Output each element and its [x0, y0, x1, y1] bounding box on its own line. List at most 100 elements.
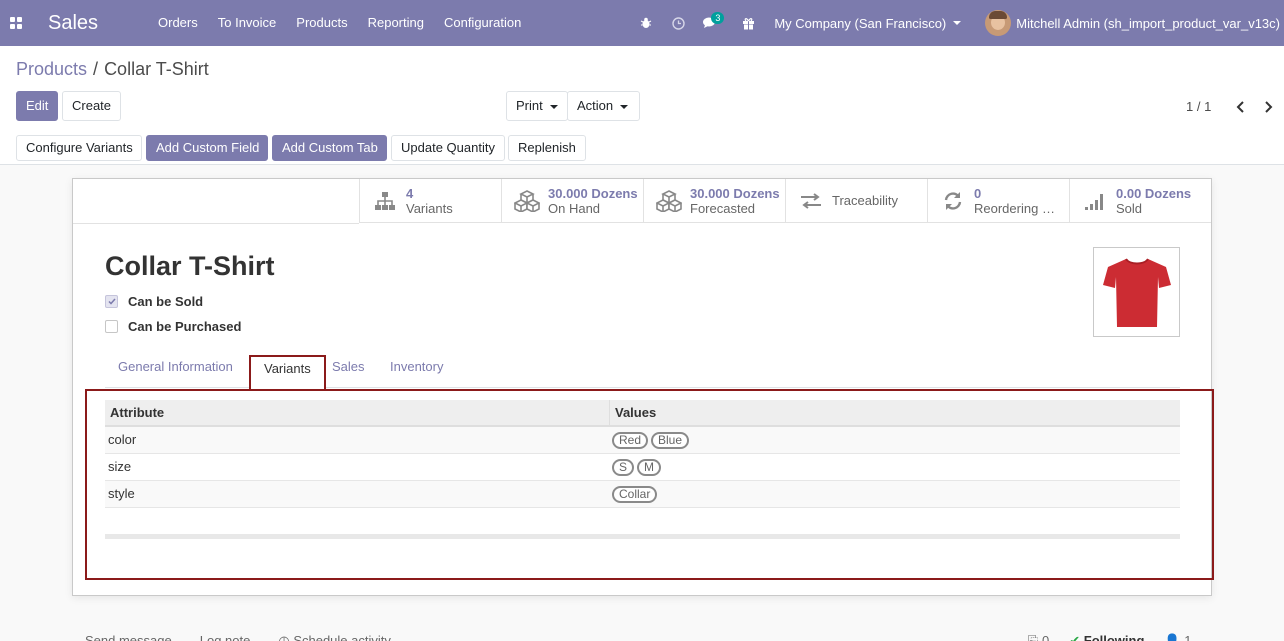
can-be-sold-row: Can be Sold — [105, 294, 203, 309]
send-message-button[interactable]: Send message — [85, 633, 172, 641]
tshirt-icon — [1102, 258, 1171, 327]
breadcrumb: Products / Collar T-Shirt — [16, 59, 209, 80]
pager-value[interactable]: 1 / 1 — [1186, 99, 1211, 114]
can-be-purchased-checkbox[interactable] — [105, 320, 118, 333]
following-label: Following — [1083, 633, 1145, 641]
variants-label: Variants — [406, 200, 453, 216]
main-menu: Orders To Invoice Products Reporting Con… — [158, 0, 531, 46]
notebook-tabs: General Information Variants Sales Inven… — [105, 355, 1180, 389]
control-panel: Products / Collar T-Shirt Edit Create Prin… — [0, 46, 1284, 165]
chevron-right-icon[interactable] — [1260, 98, 1276, 116]
menu-reporting[interactable]: Reporting — [358, 0, 434, 46]
print-button[interactable]: Print — [506, 91, 568, 121]
configure-variants-button[interactable]: Configure Variants — [16, 135, 142, 161]
create-button[interactable]: Create — [62, 91, 121, 121]
replenish-button[interactable]: Replenish — [508, 135, 586, 161]
table-header: Attribute Values — [105, 400, 1180, 427]
schedule-activity-label: Schedule activity — [293, 633, 391, 641]
avatar — [985, 10, 1012, 36]
chevron-down-icon — [549, 104, 558, 109]
form-sheet: 4 Variants 30.000 Dozens On Hand 30.000 … — [72, 178, 1214, 596]
tab-general-information[interactable]: General Information — [105, 355, 246, 388]
following-button[interactable]: ✔ Following — [1069, 633, 1144, 641]
app-name[interactable]: Sales — [48, 12, 158, 35]
on-hand-smart-button[interactable]: 30.000 Dozens On Hand — [501, 179, 643, 223]
variants-count: 4 — [406, 185, 414, 201]
values-cell: Collar — [609, 481, 1180, 507]
add-custom-tab-button[interactable]: Add Custom Tab — [272, 135, 387, 161]
add-custom-field-button[interactable]: Add Custom Field — [146, 135, 268, 161]
table-row[interactable]: color Red Blue — [105, 427, 1180, 454]
schedule-activity-button[interactable]: ◷ Schedule activity — [278, 633, 391, 641]
can-be-purchased-label: Can be Purchased — [128, 319, 242, 334]
reordering-smart-button[interactable]: 0 Reordering Rules — [927, 179, 1069, 223]
clock-icon: ◷ — [278, 633, 294, 641]
forecasted-label: Forecasted — [690, 200, 756, 216]
table-row[interactable]: style Collar — [105, 481, 1180, 508]
can-be-sold-label: Can be Sold — [128, 294, 204, 309]
traceability-smart-button[interactable]: Traceability — [785, 179, 927, 223]
values-cell: S M — [609, 454, 1180, 480]
log-note-button[interactable]: Log note — [200, 633, 251, 641]
breadcrumb-products[interactable]: Products — [16, 59, 87, 79]
user-menu[interactable]: Mitchell Admin (sh_import_product_var_v1… — [985, 10, 1284, 36]
chatter-right: ⎘ 0 ✔ Following 👤 1 — [1028, 633, 1191, 641]
paperclip-icon: ⎘ — [1028, 633, 1043, 641]
sold-value: 0.00 Dozens — [1116, 185, 1192, 201]
on-hand-value: 30.000 Dozens — [548, 185, 638, 201]
exchange-icon — [798, 188, 824, 214]
can-be-purchased-row: Can be Purchased — [105, 319, 241, 334]
clock-icon[interactable] — [662, 0, 694, 46]
gift-icon[interactable] — [732, 0, 764, 46]
chevron-down-icon — [953, 21, 962, 25]
column-attribute[interactable]: Attribute — [105, 400, 609, 425]
sitemap-icon — [372, 188, 398, 214]
top-navbar: Sales Orders To Invoice Products Reporti… — [0, 0, 1284, 46]
breadcrumb-separator: / — [93, 59, 99, 79]
chevron-down-icon — [620, 104, 629, 109]
value-tag: M — [637, 458, 662, 476]
attachments-button[interactable]: ⎘ 0 — [1028, 633, 1049, 641]
chevron-left-icon[interactable] — [1232, 98, 1248, 116]
tab-sales[interactable]: Sales — [319, 355, 378, 388]
company-switcher[interactable]: My Company (San Francisco) — [764, 16, 969, 31]
attribute-cell: size — [108, 459, 132, 474]
sold-smart-button[interactable]: 0.00 Dozens Sold — [1069, 179, 1211, 223]
value-tag: Collar — [612, 485, 658, 503]
menu-configuration[interactable]: Configuration — [434, 0, 531, 46]
user-name: Mitchell Admin (sh_import_product_var_v1… — [1016, 15, 1280, 31]
edit-button[interactable]: Edit — [16, 91, 58, 121]
action-button[interactable]: Action — [567, 91, 640, 121]
variants-smart-button[interactable]: 4 Variants — [359, 179, 501, 223]
product-name: Collar T-Shirt — [105, 251, 275, 281]
can-be-sold-checkbox[interactable] — [105, 295, 118, 308]
traceability-label: Traceability — [832, 193, 898, 208]
table-footer — [105, 508, 1180, 539]
on-hand-label: On Hand — [548, 200, 601, 216]
chatter-topbar: Send message Log note ◷ Schedule activit… — [85, 633, 391, 641]
product-image[interactable] — [1093, 247, 1180, 337]
column-values[interactable]: Values — [609, 400, 1180, 425]
update-quantity-button[interactable]: Update Quantity — [391, 135, 505, 161]
followers-button[interactable]: 👤 1 — [1164, 633, 1191, 641]
forecasted-smart-button[interactable]: 30.000 Dozens Forecasted — [643, 179, 785, 223]
messages-badge: 3 — [711, 12, 725, 24]
table-row[interactable]: size S M — [105, 454, 1180, 481]
menu-products[interactable]: Products — [286, 0, 357, 46]
followers-count: 1 — [1184, 633, 1192, 641]
menu-to-invoice[interactable]: To Invoice — [208, 0, 287, 46]
tab-inventory[interactable]: Inventory — [377, 355, 456, 388]
attribute-lines-table: Attribute Values color Red Blue size S M… — [105, 400, 1180, 539]
refresh-icon — [940, 188, 966, 214]
reordering-label: Reordering Rules — [974, 200, 1064, 216]
user-icon: 👤 — [1164, 633, 1185, 641]
apps-menu-icon[interactable] — [0, 0, 32, 46]
bug-icon[interactable] — [630, 0, 662, 46]
print-label: Print — [516, 98, 543, 113]
attachments-count: 0 — [1042, 633, 1050, 641]
messages-icon[interactable]: 3 — [694, 0, 726, 46]
menu-orders[interactable]: Orders — [158, 0, 208, 46]
signal-icon — [1082, 188, 1108, 214]
attribute-cell: color — [108, 432, 137, 447]
tab-variants[interactable]: Variants — [249, 355, 326, 389]
